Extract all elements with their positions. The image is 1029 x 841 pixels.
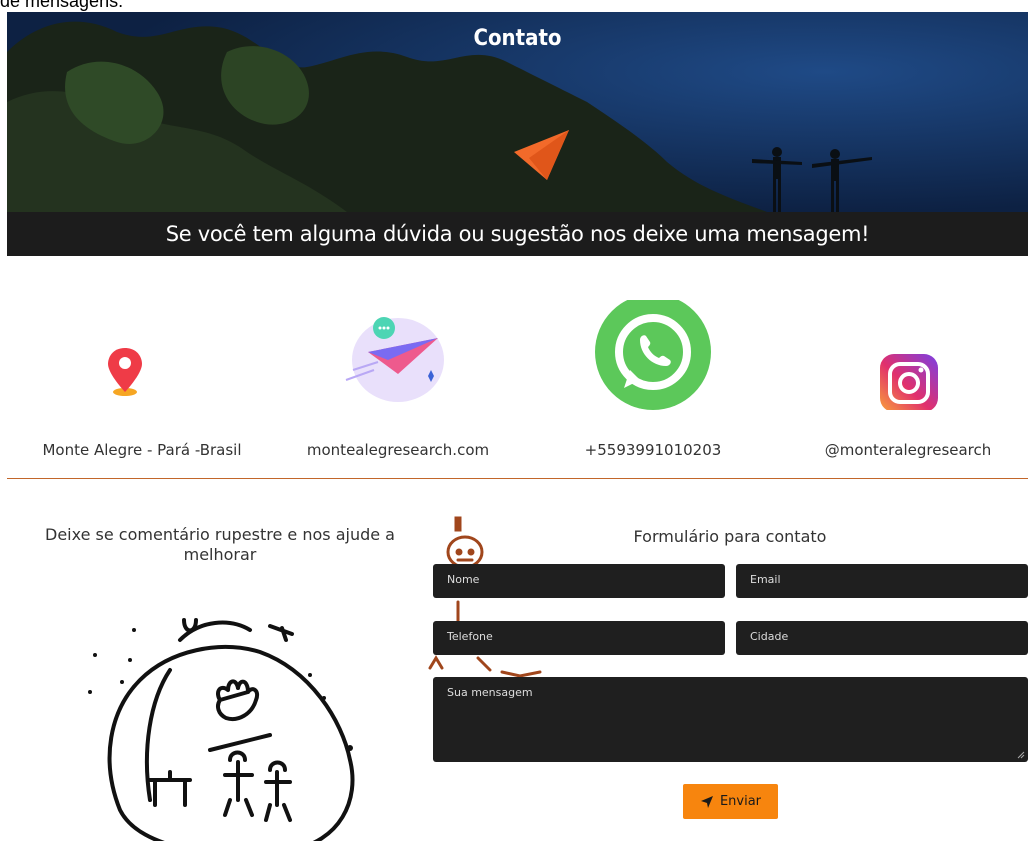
section-divider — [7, 478, 1028, 479]
email-placeholder: Email — [750, 573, 781, 586]
message-textarea[interactable]: Sua mensagem — [433, 677, 1028, 762]
location-pin-icon — [108, 348, 142, 396]
rupestre-comment-title: Deixe se comentário rupestre e nos ajude… — [45, 525, 395, 564]
contact-location — [0, 300, 250, 414]
contact-website — [258, 300, 508, 414]
instagram-icon[interactable] — [778, 300, 1028, 412]
resize-handle-icon[interactable] — [1017, 751, 1025, 759]
city-input[interactable]: Cidade — [736, 621, 1028, 655]
city-placeholder: Cidade — [750, 630, 789, 643]
send-button-label: Enviar — [719, 794, 762, 809]
cave-painting-rock-illustration — [88, 618, 355, 841]
contact-instagram[interactable] — [778, 300, 1028, 414]
hero-banner: Contato — [7, 12, 1028, 212]
send-arrow-icon — [700, 795, 713, 808]
contact-banner-text: Se você tem alguma dúvida ou sugestão no… — [7, 212, 1028, 256]
whatsapp-icon[interactable] — [528, 294, 778, 410]
paper-plane-email-icon — [345, 317, 444, 402]
name-input[interactable]: Nome — [433, 564, 725, 598]
name-placeholder: Nome — [447, 573, 480, 586]
contact-location-label: Monte Alegre - Pará -Brasil — [42, 441, 242, 459]
email-input[interactable]: Email — [736, 564, 1028, 598]
phone-input[interactable]: Telefone — [433, 621, 725, 655]
contact-whatsapp[interactable] — [528, 294, 778, 414]
message-placeholder: Sua mensagem — [447, 686, 533, 699]
form-title: Formulário para contato — [633, 527, 827, 546]
send-button[interactable]: Enviar — [683, 784, 778, 819]
contact-website-label[interactable]: montealegresearch.com — [268, 441, 528, 459]
contact-phone-label[interactable]: +5593991010203 — [523, 441, 783, 459]
contact-instagram-label[interactable]: @monteralegresearch — [778, 441, 1029, 459]
phone-placeholder: Telefone — [447, 630, 493, 643]
truncated-top-text: de mensagens. — [0, 0, 124, 11]
hero-title: Contato — [473, 26, 562, 51]
